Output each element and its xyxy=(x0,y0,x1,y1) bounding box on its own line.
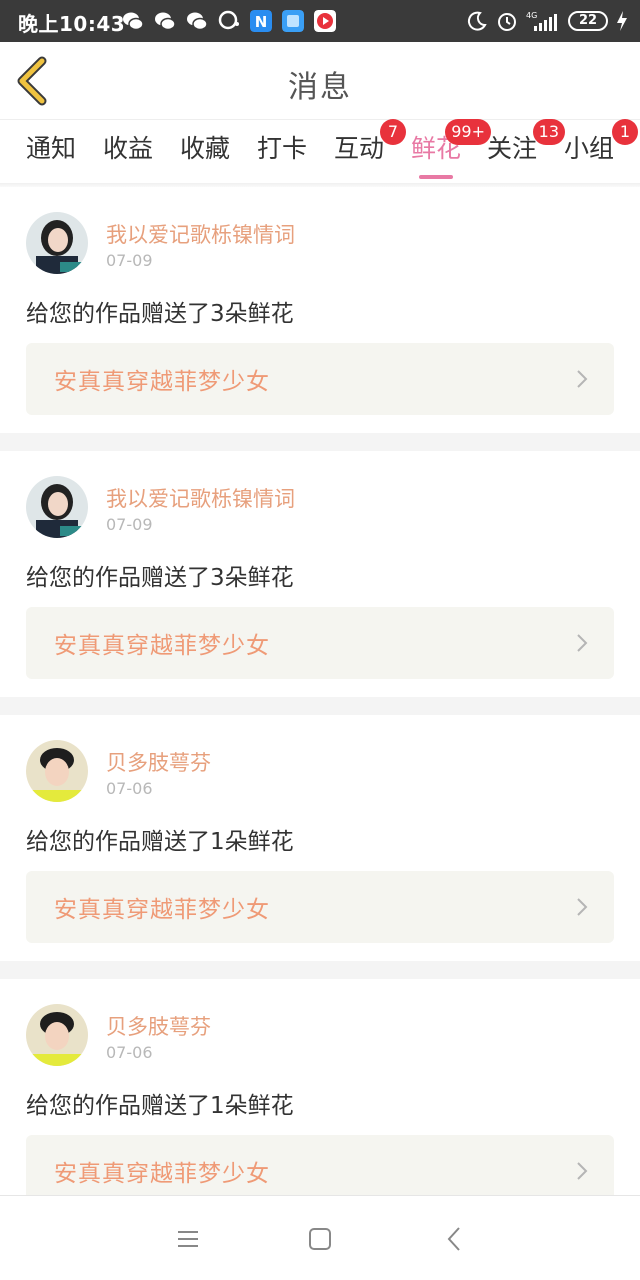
news-app-icon: N xyxy=(250,10,272,32)
header: 消息 xyxy=(0,42,640,120)
status-indicators: 4G 22 xyxy=(466,8,628,34)
tab-favorites[interactable]: 收藏 xyxy=(180,129,230,175)
work-link[interactable]: 安真真穿越菲梦少女 xyxy=(26,607,614,679)
list-item: 贝多肢萼芬 07-06 给您的作品赠送了1朵鲜花 安真真穿越菲梦少女 xyxy=(0,979,640,1225)
signal-icon: 4G xyxy=(526,11,557,31)
notes-app-icon xyxy=(282,10,304,32)
avatar[interactable] xyxy=(26,1004,88,1066)
sender-name[interactable]: 我以爱记歌栎镍情词 xyxy=(106,219,295,249)
moon-icon xyxy=(467,11,487,31)
alarm-clock-icon xyxy=(498,13,516,31)
list-item: 贝多肢萼芬 07-06 给您的作品赠送了1朵鲜花 安真真穿越菲梦少女 xyxy=(0,715,640,961)
svg-text:N: N xyxy=(255,13,268,31)
chat-bubble-icon xyxy=(218,10,239,30)
work-link[interactable]: 安真真穿越菲梦少女 xyxy=(26,871,614,943)
battery-indicator: 22 xyxy=(568,11,608,31)
unread-badge: 99+ xyxy=(445,119,492,145)
tab-label: 收藏 xyxy=(180,134,231,163)
tab-label: 关注 xyxy=(487,134,538,163)
avatar[interactable] xyxy=(26,476,88,538)
status-time: 晚上10:43 xyxy=(18,12,126,36)
tab-label: 互动 xyxy=(334,134,385,163)
message-date: 07-06 xyxy=(106,1043,153,1062)
wechat-icon xyxy=(155,12,176,31)
chevron-right-icon xyxy=(577,1162,588,1180)
list-item: 我以爱记歌栎镍情词 07-09 给您的作品赠送了3朵鲜花 安真真穿越菲梦少女 xyxy=(0,187,640,433)
back-icon[interactable] xyxy=(440,1224,470,1254)
network-type: 4G xyxy=(526,11,537,20)
message-text: 给您的作品赠送了3朵鲜花 xyxy=(26,565,294,591)
tab-label: 通知 xyxy=(26,134,77,163)
wechat-icon xyxy=(123,12,144,31)
chevron-right-icon xyxy=(577,634,588,652)
page-title: 消息 xyxy=(288,70,352,105)
message-text: 给您的作品赠送了3朵鲜花 xyxy=(26,301,294,327)
message-text: 给您的作品赠送了1朵鲜花 xyxy=(26,1093,294,1119)
home-icon[interactable] xyxy=(305,1224,335,1254)
wechat-icon xyxy=(187,12,208,31)
message-text: 给您的作品赠送了1朵鲜花 xyxy=(26,829,294,855)
tab-bar: 通知 收益 收藏 打卡 互动 7 鲜花 99+ 关注 13 小组 1 xyxy=(0,119,640,183)
divider xyxy=(0,433,640,451)
work-title: 安真真穿越菲梦少女 xyxy=(54,1161,270,1187)
sender-name[interactable]: 贝多肢萼芬 xyxy=(106,747,211,777)
charging-icon xyxy=(617,11,627,31)
message-date: 07-09 xyxy=(106,251,153,270)
message-date: 07-06 xyxy=(106,779,153,798)
tab-label: 打卡 xyxy=(257,134,308,163)
work-link[interactable]: 安真真穿越菲梦少女 xyxy=(26,343,614,415)
chevron-right-icon xyxy=(577,898,588,916)
chevron-right-icon xyxy=(577,370,588,388)
message-date: 07-09 xyxy=(106,515,153,534)
system-nav-bar xyxy=(0,1195,640,1280)
tab-earnings[interactable]: 收益 xyxy=(103,129,153,175)
video-app-icon xyxy=(314,10,336,32)
unread-badge: 7 xyxy=(380,119,407,145)
list-item: 我以爱记歌栎镍情词 07-09 给您的作品赠送了3朵鲜花 安真真穿越菲梦少女 xyxy=(0,451,640,697)
unread-badge: 1 xyxy=(612,119,639,145)
tab-following[interactable]: 关注 13 xyxy=(487,119,566,175)
work-title: 安真真穿越菲梦少女 xyxy=(54,897,270,923)
sender-name[interactable]: 我以爱记歌栎镍情词 xyxy=(106,483,295,513)
tab-flowers[interactable]: 鲜花 99+ xyxy=(411,119,492,179)
divider xyxy=(0,697,640,715)
divider xyxy=(0,961,640,979)
active-tab-indicator xyxy=(419,175,454,179)
tab-notifications[interactable]: 通知 xyxy=(26,129,76,175)
unread-badge: 13 xyxy=(532,119,566,145)
work-title: 安真真穿越菲梦少女 xyxy=(54,633,270,659)
tab-label: 收益 xyxy=(103,134,154,163)
tab-groups[interactable]: 小组 1 xyxy=(564,119,639,175)
status-bar: 晚上10:43 N 4G 22 xyxy=(0,0,640,42)
tab-label: 小组 xyxy=(564,134,615,163)
work-title: 安真真穿越菲梦少女 xyxy=(54,369,270,395)
sender-name[interactable]: 贝多肢萼芬 xyxy=(106,1011,211,1041)
avatar[interactable] xyxy=(26,212,88,274)
avatar[interactable] xyxy=(26,740,88,802)
menu-icon[interactable] xyxy=(173,1224,203,1254)
tab-checkin[interactable]: 打卡 xyxy=(257,129,307,175)
tab-interactions[interactable]: 互动 7 xyxy=(334,119,407,175)
